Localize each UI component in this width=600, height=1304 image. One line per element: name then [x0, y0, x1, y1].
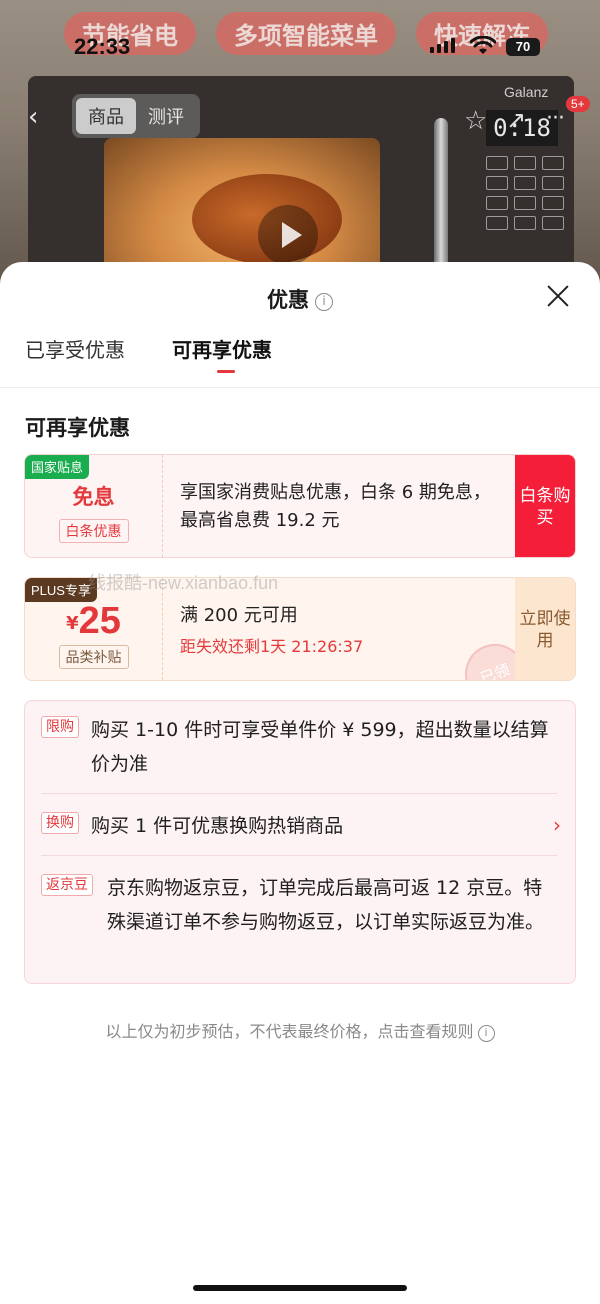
signal-icon — [430, 38, 455, 53]
promo-row-jingdou: 返京豆 京东购物返京豆，订单完成后最高可返 12 京豆。特殊渠道订单不参与购物返… — [41, 871, 561, 939]
play-icon[interactable] — [258, 205, 318, 265]
active-tab-indicator — [217, 370, 235, 373]
tab-product[interactable]: 商品 — [76, 98, 136, 134]
coupon-description: 享国家消费贴息优惠，白条 6 期免息，最高省息费 19.2 元 — [180, 482, 491, 531]
discount-tabs: 已享受优惠 可再享优惠 — [0, 334, 600, 388]
info-icon[interactable]: i — [315, 293, 333, 311]
sheet-title: 优惠 i — [0, 284, 600, 314]
segment-tabs: 商品 测评 — [72, 94, 200, 138]
promotions-box: 限购 购买 1-10 件时可享受单件价 ¥ 599，超出数量以结算价为准 换购 … — [24, 700, 576, 984]
star-icon[interactable]: ☆ — [464, 106, 487, 136]
coupon-sub-label: 品类补贴 — [58, 645, 129, 669]
more-icon[interactable]: ··· — [546, 106, 565, 131]
product-nav-bar: ‹ 商品 测评 ☆ ↗ ··· 5+ — [0, 92, 600, 148]
back-icon[interactable]: ‹ — [28, 102, 38, 132]
coupon-description: 满 200 元可用 距失效还剩1天 21:26:37 — [180, 602, 505, 658]
panel-buttons — [486, 156, 564, 230]
promo-tag: 换购 — [41, 812, 79, 834]
home-indicator — [193, 1285, 407, 1291]
battery-icon: 70 — [506, 38, 540, 56]
divider — [41, 855, 557, 856]
discount-sheet: 优惠 i 已享受优惠 可再享优惠 可再享优惠 免息 白条优惠 国家贴息 享国家消费… — [0, 262, 600, 1304]
pricing-rules-link[interactable]: 以上仅为初步预估，不代表最终价格，点击查看规则 i — [0, 1018, 600, 1042]
tab-enjoyed-discounts[interactable]: 已享受优惠 — [25, 334, 125, 363]
watermark: 线报酷-new.xianbao.fun — [88, 573, 279, 593]
coupon-amount: ¥25 — [25, 600, 162, 643]
promo-row-limit: 限购 购买 1-10 件时可享受单件价 ¥ 599，超出数量以结算价为准 — [41, 713, 561, 781]
baitiao-buy-button[interactable]: 白条购买 — [515, 455, 575, 557]
sheet-header: 优惠 i — [0, 262, 600, 334]
coupon-countdown: 距失效还剩1天 21:26:37 — [180, 637, 364, 656]
promo-text: 京东购物返京豆，订单完成后最高可返 12 京豆。特殊渠道订单不参与购物返豆，以订… — [107, 877, 545, 933]
share-icon[interactable]: ↗ — [506, 106, 526, 134]
tab-review[interactable]: 测评 — [136, 98, 196, 134]
promo-text: 购买 1 件可优惠换购热销商品 — [91, 815, 344, 837]
close-icon[interactable] — [544, 282, 572, 310]
coupon-headline: 免息 — [72, 485, 115, 509]
info-icon[interactable]: i — [477, 1025, 495, 1042]
coupon-tag: 国家贴息 — [25, 455, 90, 479]
promo-row-exchange[interactable]: 换购 购买 1 件可优惠换购热销商品 › — [41, 809, 561, 843]
promo-text: 购买 1-10 件时可享受单件价 ¥ 599，超出数量以结算价为准 — [91, 719, 549, 775]
currency-symbol: ¥ — [66, 613, 79, 634]
coupon-condition: 满 200 元可用 — [180, 605, 298, 626]
tab-more-discounts[interactable]: 可再享优惠 — [172, 334, 272, 363]
coupon-card-interest-free: 免息 白条优惠 国家贴息 享国家消费贴息优惠，白条 6 期免息，最高省息费 19… — [24, 454, 576, 558]
wifi-icon — [470, 36, 496, 54]
section-title: 可再享优惠 — [25, 416, 130, 440]
divider — [41, 793, 557, 794]
cart-badge: 5+ — [566, 96, 590, 112]
sheet-title-text: 优惠 — [267, 288, 309, 312]
coupon-amount-value: 25 — [78, 600, 121, 642]
promo-tag: 限购 — [41, 716, 79, 738]
promo-tag: 返京豆 — [41, 874, 93, 896]
chevron-right-icon[interactable]: › — [553, 813, 561, 837]
use-now-button[interactable]: 立即使用 — [515, 578, 575, 680]
coupon-sub-label: 白条优惠 — [58, 519, 129, 543]
status-bar: 22:33 70 — [0, 0, 600, 60]
status-time: 22:33 — [74, 34, 131, 59]
coupon-tag: PLUS专享 — [25, 578, 97, 602]
footnote-text: 以上仅为初步预估，不代表最终价格，点击查看规则 — [105, 1022, 474, 1041]
